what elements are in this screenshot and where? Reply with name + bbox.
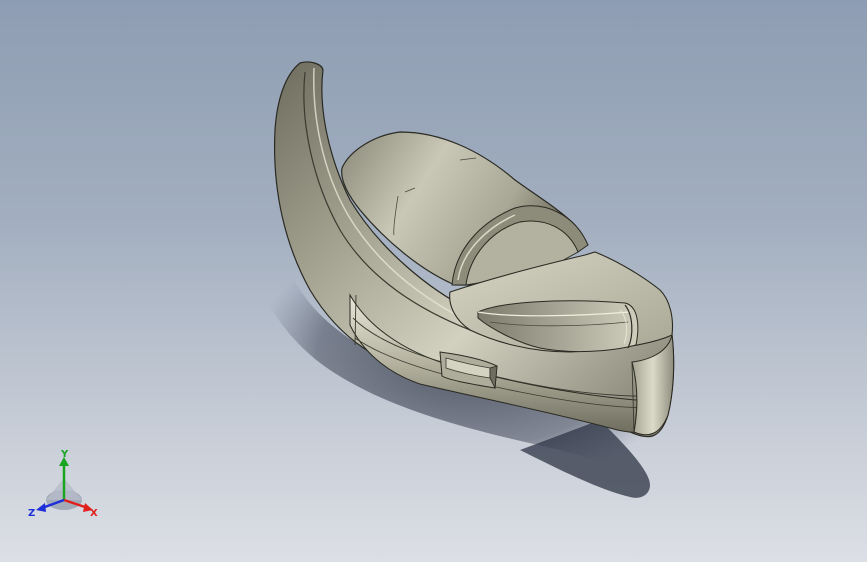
z-axis-label: Z [28,508,35,519]
coordinate-triad: Y X Z [28,449,98,519]
graphics-viewport[interactable]: Y X Z [0,0,867,562]
x-axis-label: X [90,508,98,519]
3d-model-view[interactable] [0,0,867,562]
y-axis-label: Y [60,449,69,460]
